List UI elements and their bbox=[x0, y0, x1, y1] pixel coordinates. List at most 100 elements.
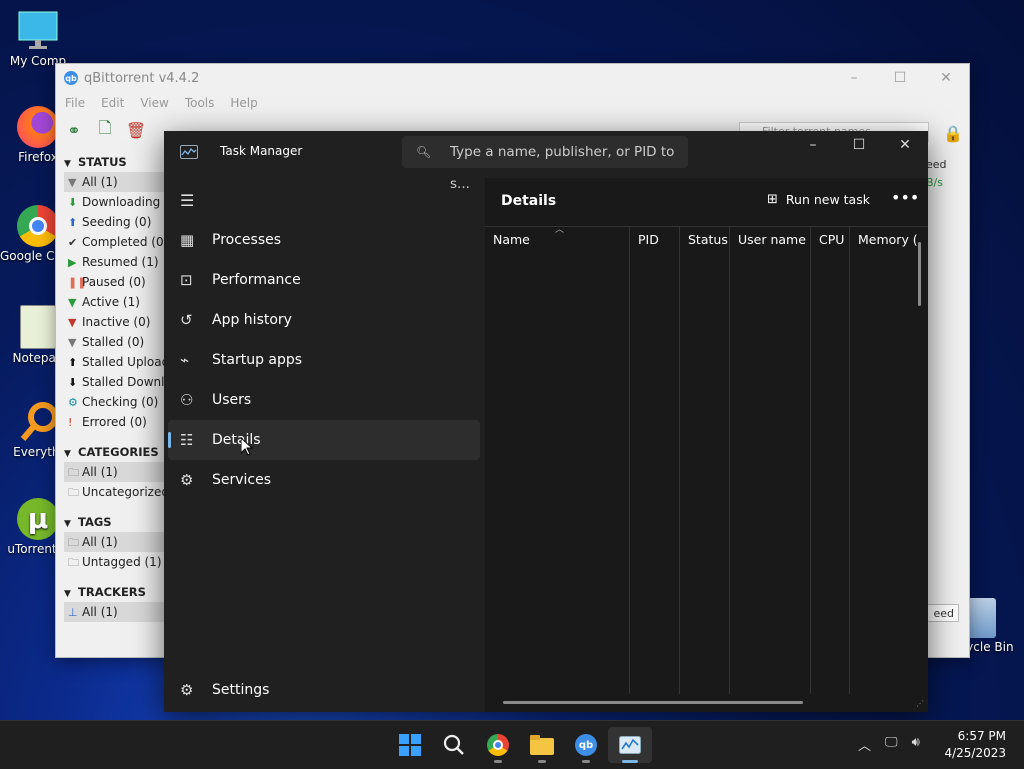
maximize-icon[interactable]: ☐ bbox=[836, 131, 882, 159]
desktop-icon-my-computer[interactable]: My Comp bbox=[0, 10, 76, 68]
task-manager-window[interactable]: Task Manager 🔍︎ Type a name, publisher, … bbox=[164, 131, 928, 712]
window-title: qBittorrent v4.4.2 bbox=[84, 70, 200, 86]
status-paused[interactable]: ❚❚Paused (0) bbox=[64, 272, 164, 292]
status-header[interactable]: ▼ STATUS bbox=[64, 152, 164, 172]
task-manager-icon bbox=[180, 145, 198, 159]
resize-grip-icon[interactable]: ⋰ bbox=[916, 699, 924, 708]
chevron-down-icon: ▼ bbox=[64, 519, 71, 529]
nav-startup-apps[interactable]: ⌁ Startup apps bbox=[168, 340, 480, 380]
folder-icon: 🗀 bbox=[68, 536, 79, 549]
nav-app-history[interactable]: ↺ App history bbox=[168, 300, 480, 340]
status-all[interactable]: ▼ All (1) bbox=[64, 172, 164, 192]
qbittorrent-icon: qb bbox=[64, 71, 78, 85]
run-task-icon: ⊞ bbox=[767, 192, 778, 207]
more-options-icon[interactable]: ••• bbox=[891, 188, 919, 207]
run-new-task-button[interactable]: ⊞ Run new task bbox=[767, 192, 870, 207]
status-checking[interactable]: ⚙ Checking (0) bbox=[64, 392, 164, 412]
nav-users[interactable]: ⚇ Users bbox=[168, 380, 480, 420]
page-title: Details bbox=[501, 193, 557, 209]
column-cpu[interactable]: CPU bbox=[811, 226, 850, 694]
search-icon: 🔍︎ bbox=[416, 145, 432, 159]
status-stalled[interactable]: ▼ Stalled (0) bbox=[64, 332, 164, 352]
system-tray: ︿ 🖵 🔊︎ bbox=[858, 735, 934, 754]
taskbar-search-button[interactable] bbox=[432, 727, 476, 763]
column-status[interactable]: Status bbox=[680, 226, 730, 694]
details-page: Details ⊞ Run new task ••• ︿ Name PID St… bbox=[485, 178, 928, 712]
categories-header[interactable]: ▼ CATEGORIES bbox=[64, 442, 164, 462]
trackers-header[interactable]: ▼ TRACKERS bbox=[64, 582, 164, 602]
folder-icon: 🗀 bbox=[68, 486, 79, 499]
tracker-icon: ⊥ bbox=[68, 606, 78, 619]
start-button[interactable] bbox=[388, 727, 432, 763]
vertical-scrollbar[interactable] bbox=[918, 242, 921, 306]
status-stalled-downloading[interactable]: ⬇Stalled Downloading (0) bbox=[64, 372, 164, 392]
menu-help[interactable]: Help bbox=[230, 96, 257, 110]
column-user-name[interactable]: User name bbox=[730, 226, 811, 694]
speed-fragment: B/s bbox=[926, 176, 943, 189]
column-memory[interactable]: Memory ( bbox=[850, 226, 928, 694]
status-errored[interactable]: ! Errored (0) bbox=[64, 412, 164, 432]
column-pid[interactable]: PID bbox=[630, 226, 680, 694]
exclamation-icon: ! bbox=[68, 416, 73, 429]
taskbar-qbittorrent[interactable]: qb bbox=[564, 727, 608, 763]
utorrent-icon: µ bbox=[17, 498, 59, 540]
column-fragment: eed bbox=[926, 158, 947, 171]
nav-performance[interactable]: ⊡ Performance bbox=[168, 260, 480, 300]
lock-icon[interactable]: 🔒 bbox=[943, 124, 963, 143]
horizontal-scrollbar[interactable] bbox=[503, 701, 803, 704]
add-torrent-file-icon[interactable]: 🗋 bbox=[95, 118, 115, 140]
maximize-icon[interactable]: ☐ bbox=[877, 64, 923, 92]
taskbar-file-explorer[interactable] bbox=[520, 727, 564, 763]
volume-icon[interactable]: 🔊︎ bbox=[912, 735, 920, 754]
status-inactive[interactable]: ▼ Inactive (0) bbox=[64, 312, 164, 332]
close-icon[interactable]: ✕ bbox=[923, 64, 969, 92]
chrome-icon bbox=[487, 734, 509, 756]
category-all[interactable]: 🗀 All (1) bbox=[64, 462, 164, 482]
filter-icon: ▼ bbox=[68, 336, 77, 349]
status-resumed[interactable]: ▶ Resumed (1) bbox=[64, 252, 164, 272]
tags-header[interactable]: ▼ TAGS bbox=[64, 512, 164, 532]
clock[interactable]: 6:57 PM 4/25/2023 bbox=[944, 728, 1006, 762]
taskbar-task-manager[interactable] bbox=[608, 727, 652, 763]
tag-all[interactable]: 🗀 All (1) bbox=[64, 532, 164, 552]
chevron-up-icon[interactable]: ︿ bbox=[858, 735, 871, 754]
taskbar: qb ︿ 🖵 🔊︎ 6:57 PM 4/25/2023 bbox=[0, 720, 1024, 769]
search-input[interactable]: 🔍︎ Type a name, publisher, or PID to s..… bbox=[402, 136, 688, 192]
bottom-fragment: eed bbox=[926, 604, 959, 622]
category-uncategorized[interactable]: 🗀Uncategorized (1) bbox=[64, 482, 164, 502]
status-completed[interactable]: ✔ Completed (0) bbox=[64, 232, 164, 252]
menu-view[interactable]: View bbox=[140, 96, 168, 110]
task-manager-icon bbox=[619, 736, 641, 754]
folder-icon: 🗀 bbox=[68, 466, 79, 479]
add-torrent-link-icon[interactable]: ⚭ bbox=[64, 120, 84, 140]
hamburger-menu-icon[interactable]: ☰ bbox=[180, 191, 194, 210]
nav-settings[interactable]: ⚙ Settings bbox=[180, 676, 269, 704]
clock-date: 4/25/2023 bbox=[944, 746, 1006, 760]
minimize-icon[interactable]: – bbox=[831, 64, 877, 92]
nav-details[interactable]: ☷ Details bbox=[168, 420, 480, 460]
nav-services[interactable]: ⚙ Services bbox=[168, 460, 480, 500]
title-bar[interactable]: Task Manager 🔍︎ Type a name, publisher, … bbox=[164, 131, 928, 192]
column-name[interactable]: ︿ Name bbox=[485, 225, 630, 694]
status-downloading[interactable]: ⬇Downloading (0) bbox=[64, 192, 164, 212]
status-stalled-uploading[interactable]: ⬆Stalled Uploading (0) bbox=[64, 352, 164, 372]
chevron-down-icon: ▼ bbox=[64, 159, 71, 169]
delete-icon[interactable]: 🗑 bbox=[126, 120, 146, 140]
nav-processes[interactable]: ▦ Processes bbox=[168, 220, 480, 260]
minimize-icon[interactable]: – bbox=[790, 131, 836, 159]
menu-edit[interactable]: Edit bbox=[101, 96, 124, 110]
menu-tools[interactable]: Tools bbox=[185, 96, 215, 110]
network-icon[interactable]: 🖵 bbox=[885, 735, 898, 754]
menu-file[interactable]: File bbox=[65, 96, 85, 110]
close-icon[interactable]: ✕ bbox=[882, 131, 928, 159]
menu-bar: File Edit View Tools Help bbox=[56, 92, 969, 114]
details-table: ︿ Name PID Status User name CPU Memory ( bbox=[485, 225, 928, 694]
pause-icon: ❚❚ bbox=[68, 276, 87, 289]
tracker-all[interactable]: ⊥ All (1) bbox=[64, 602, 164, 622]
tag-untagged[interactable]: 🗀 Untagged (1) bbox=[64, 552, 164, 572]
taskbar-chrome[interactable] bbox=[476, 727, 520, 763]
search-icon bbox=[443, 734, 464, 755]
services-icon: ⚙ bbox=[180, 471, 194, 489]
status-seeding[interactable]: ⬆ Seeding (0) bbox=[64, 212, 164, 232]
status-active[interactable]: ▼ Active (1) bbox=[64, 292, 164, 312]
